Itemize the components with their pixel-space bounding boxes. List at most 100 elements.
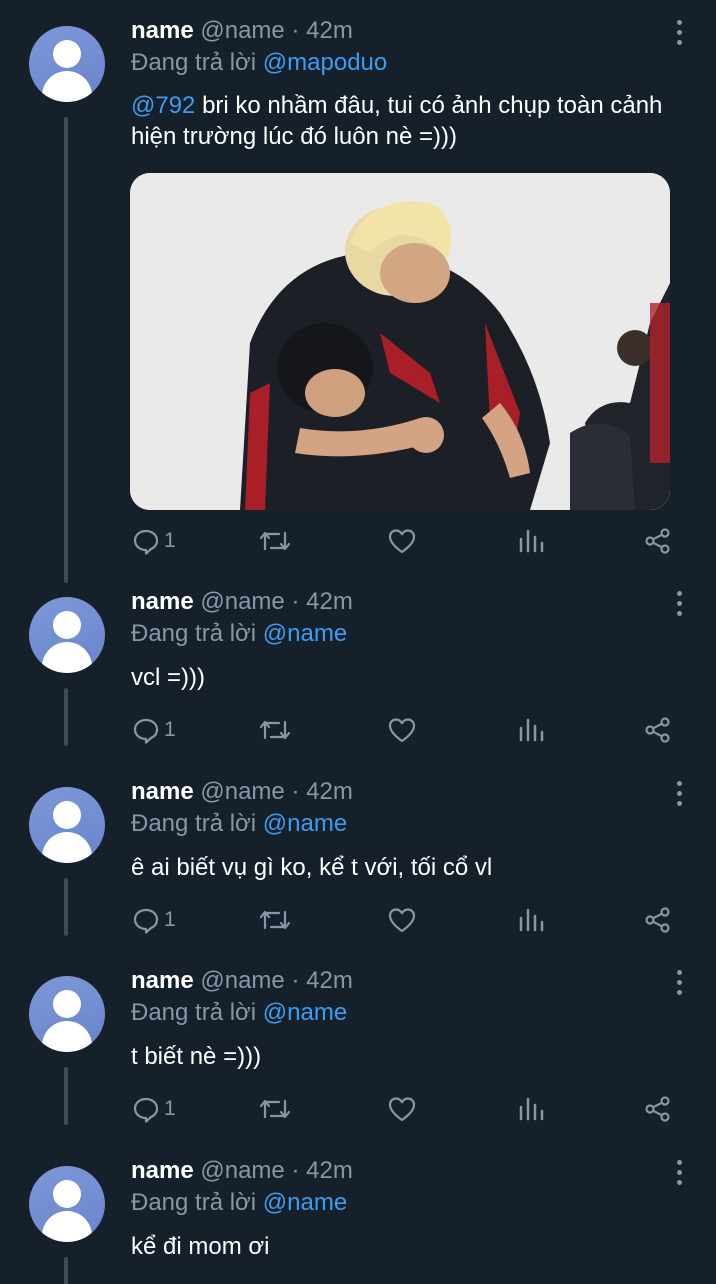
tweet-actions: 1 (0, 1089, 716, 1129)
display-name[interactable]: name (131, 17, 194, 44)
display-name[interactable]: name (131, 967, 194, 994)
reply-icon (133, 908, 159, 934)
tweet-2[interactable]: name @name · 42m Đang trả lời @name vcl … (0, 571, 716, 761)
tweet-text: t biết nè =))) (131, 1043, 262, 1070)
share-button[interactable] (644, 710, 672, 750)
replying-to-label: Đang trả lời (131, 1189, 257, 1216)
timestamp[interactable]: 42m (306, 967, 353, 994)
photo-illustration (130, 173, 670, 510)
reply-thread: name @name · 42m Đang trả lời @mapoduo @… (0, 0, 716, 1284)
avatar[interactable] (29, 976, 105, 1052)
view-stats-button[interactable] (518, 521, 544, 561)
separator-dot: · (291, 778, 300, 805)
reply-icon (133, 529, 159, 555)
tweet-header: name @name · 42m (131, 1157, 353, 1185)
reply-icon (133, 1097, 159, 1123)
handle[interactable]: @name (200, 967, 284, 994)
replying-to-label: Đang trả lời (131, 999, 257, 1026)
bar-chart-icon (519, 718, 544, 742)
view-stats-button[interactable] (518, 710, 544, 750)
separator-dot: · (291, 17, 300, 44)
tweet-actions: 1 (0, 900, 716, 940)
reply-count: 1 (164, 908, 176, 931)
more-options-icon[interactable] (674, 970, 684, 996)
reply-count: 1 (164, 1097, 176, 1120)
thread-line (64, 117, 68, 583)
avatar[interactable] (29, 787, 105, 863)
handle[interactable]: @name (200, 17, 284, 44)
replying-to-mention[interactable]: @name (263, 810, 347, 837)
more-options-icon[interactable] (674, 1160, 684, 1186)
thread-line (64, 1257, 68, 1284)
retweet-icon (259, 720, 291, 740)
tweet-3[interactable]: name @name · 42m Đang trả lời @name ê ai… (0, 761, 716, 951)
more-options-icon[interactable] (674, 20, 684, 46)
share-icon (645, 528, 670, 554)
heart-icon (388, 908, 416, 933)
retweet-button[interactable] (258, 521, 292, 561)
display-name[interactable]: name (131, 778, 194, 805)
timestamp[interactable]: 42m (306, 1157, 353, 1184)
timestamp[interactable]: 42m (306, 17, 353, 44)
tweet-text: ê ai biết vụ gì ko, kể t với, tối cổ vl (131, 854, 493, 881)
like-button[interactable] (387, 1089, 417, 1129)
timestamp[interactable]: 42m (306, 588, 353, 615)
retweet-button[interactable] (258, 900, 292, 940)
more-options-icon[interactable] (674, 781, 684, 807)
replying-to-mention[interactable]: @name (263, 620, 347, 647)
display-name[interactable]: name (131, 588, 194, 615)
replying-to-mention[interactable]: @name (263, 999, 347, 1026)
reply-button[interactable]: 1 (132, 1089, 176, 1129)
tweet-photo[interactable] (130, 173, 670, 510)
view-stats-button[interactable] (518, 900, 544, 940)
tweet-actions: 1 (0, 710, 716, 750)
share-icon (645, 1096, 670, 1122)
more-options-icon[interactable] (674, 591, 684, 617)
replying-to-mention[interactable]: @mapoduo (263, 49, 387, 76)
share-button[interactable] (644, 900, 672, 940)
tweet-text: kể đi mom ơi (131, 1233, 270, 1260)
replying-to-label: Đang trả lời (131, 810, 257, 837)
like-button[interactable] (387, 710, 417, 750)
tweet-header: name @name · 42m (131, 967, 353, 995)
replying-to-mention[interactable]: @name (263, 1189, 347, 1216)
replying-to: Đang trả lời @name (131, 810, 347, 838)
tweet-text-body: bri ko nhầm đâu, tui có ảnh chụp toàn cả… (131, 92, 663, 150)
tweet-1[interactable]: name @name · 42m Đang trả lời @mapoduo @… (0, 0, 716, 590)
tweet-text: @792 bri ko nhầm đâu, tui có ảnh chụp to… (131, 90, 691, 152)
tweet-header: name @name · 42m (131, 778, 353, 806)
like-button[interactable] (387, 521, 417, 561)
handle[interactable]: @name (200, 778, 284, 805)
avatar[interactable] (29, 1166, 105, 1242)
heart-icon (388, 1097, 416, 1122)
reply-button[interactable]: 1 (132, 710, 176, 750)
timestamp[interactable]: 42m (306, 778, 353, 805)
reply-button[interactable]: 1 (132, 900, 176, 940)
handle[interactable]: @name (200, 1157, 284, 1184)
replying-to: Đang trả lời @name (131, 999, 347, 1027)
retweet-icon (259, 531, 291, 551)
replying-to: Đang trả lời @name (131, 620, 347, 648)
view-stats-button[interactable] (518, 1089, 544, 1129)
reply-button[interactable]: 1 (132, 521, 176, 561)
separator-dot: · (291, 967, 300, 994)
retweet-button[interactable] (258, 1089, 292, 1129)
like-button[interactable] (387, 900, 417, 940)
share-button[interactable] (644, 521, 672, 561)
avatar[interactable] (29, 26, 105, 102)
handle[interactable]: @name (200, 588, 284, 615)
tweet-header: name @name · 42m (131, 588, 353, 616)
share-icon (645, 907, 670, 933)
avatar[interactable] (29, 597, 105, 673)
share-icon (645, 717, 670, 743)
text-mention[interactable]: @792 (131, 92, 195, 119)
tweet-4[interactable]: name @name · 42m Đang trả lời @name t bi… (0, 950, 716, 1140)
separator-dot: · (291, 1157, 300, 1184)
heart-icon (388, 529, 416, 554)
tweet-header: name @name · 42m (131, 17, 353, 45)
tweet-5[interactable]: name @name · 42m Đang trả lời @name kể đ… (0, 1140, 716, 1284)
display-name[interactable]: name (131, 1157, 194, 1184)
retweet-button[interactable] (258, 710, 292, 750)
tweet-actions: 1 (0, 521, 716, 561)
share-button[interactable] (644, 1089, 672, 1129)
